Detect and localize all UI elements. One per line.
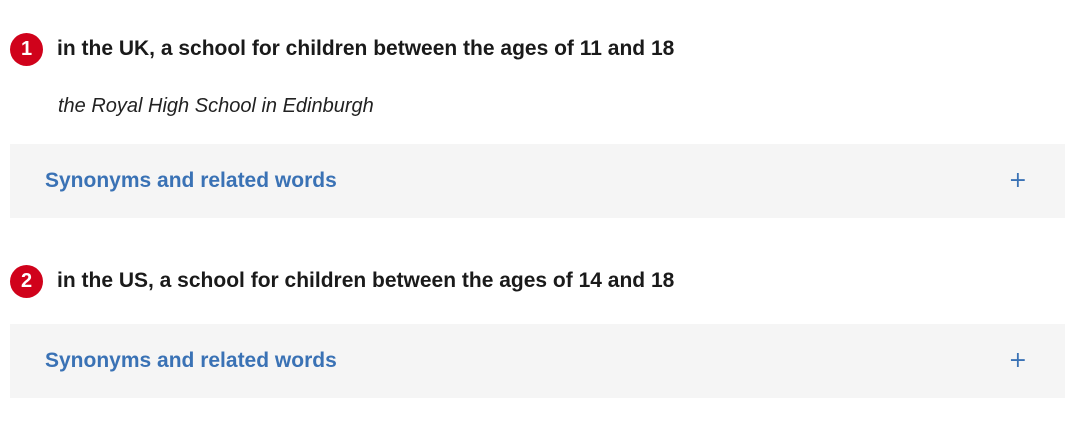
synonyms-accordion[interactable]: Synonyms and related words + (10, 324, 1065, 398)
sense-number-badge: 2 (10, 264, 43, 298)
synonyms-accordion[interactable]: Synonyms and related words + (10, 144, 1065, 218)
definition-row: 1 in the UK, a school for children betwe… (10, 30, 1065, 68)
plus-icon[interactable]: + (1009, 350, 1027, 372)
sense-number-badge: 1 (10, 32, 43, 66)
definition-text: in the US, a school for children between… (57, 269, 675, 292)
definition-row: 2 in the US, a school for children betwe… (10, 262, 1065, 300)
sense-2: 2 in the US, a school for children betwe… (10, 262, 1065, 398)
example-sentence: the Royal High School in Edinburgh (58, 95, 374, 117)
definition-text: in the UK, a school for children between… (57, 37, 675, 60)
synonyms-accordion-label[interactable]: Synonyms and related words (45, 349, 337, 373)
sense-1: 1 in the UK, a school for children betwe… (10, 30, 1065, 218)
synonyms-accordion-label[interactable]: Synonyms and related words (45, 169, 337, 193)
plus-icon[interactable]: + (1009, 170, 1027, 192)
